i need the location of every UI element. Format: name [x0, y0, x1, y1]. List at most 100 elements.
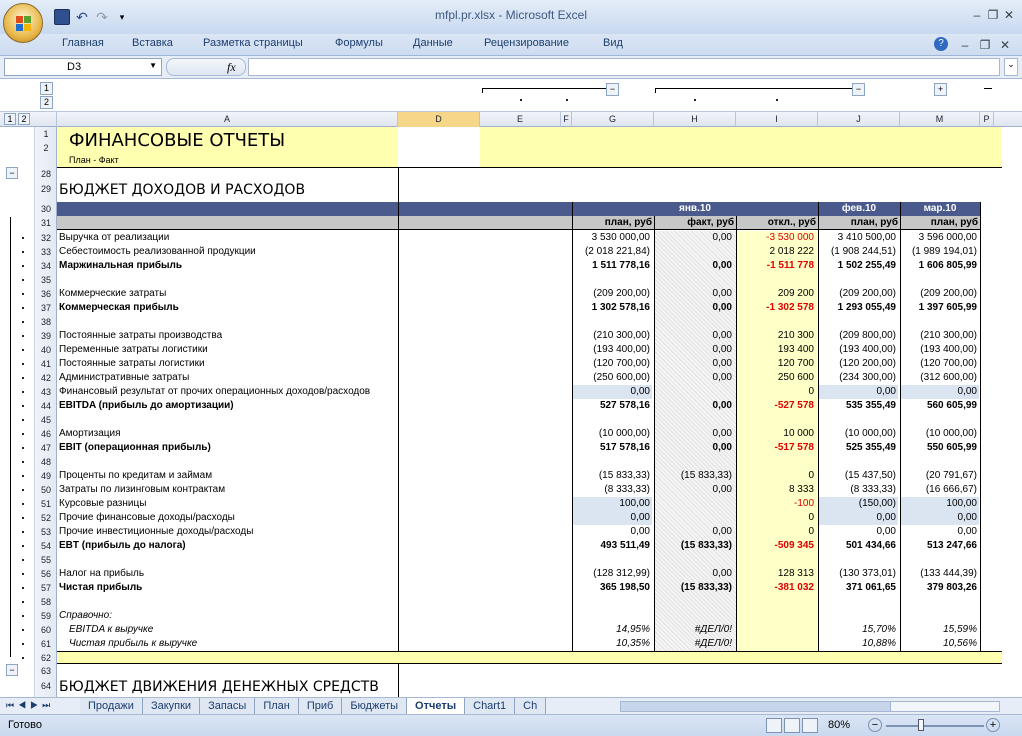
mar-plan-cell[interactable]: (16 666,67)	[901, 483, 979, 497]
ribbon-close-button[interactable]: ✕	[998, 38, 1012, 52]
page-layout-view-icon[interactable]	[784, 718, 800, 733]
plan-cell[interactable]: 517 578,16	[573, 441, 652, 455]
minimize-button[interactable]: –	[970, 8, 984, 22]
row-header[interactable]: 36	[35, 287, 57, 301]
zoom-level[interactable]: 80%	[828, 719, 850, 731]
deviation-cell[interactable]: -527 578	[737, 399, 816, 413]
fact-cell[interactable]: 0,00	[655, 399, 734, 413]
feb-plan-cell[interactable]: (15 437,50)	[819, 469, 898, 483]
fact-cell[interactable]: #ДЕЛ/0!	[655, 623, 734, 637]
plan-cell[interactable]: 100,00	[573, 497, 652, 511]
worksheet-grid[interactable]: ФИНАНСОВЫЕ ОТЧЕТЫ План - Факт БЮДЖЕТ ДОХ…	[57, 127, 1022, 697]
fact-cell[interactable]: 0,00	[655, 427, 734, 441]
deviation-cell[interactable]: -517 578	[737, 441, 816, 455]
row-header[interactable]: 51	[35, 497, 57, 511]
row-header[interactable]: 28	[35, 167, 57, 181]
feb-plan-cell[interactable]: 15,70%	[819, 623, 898, 637]
row-header[interactable]: 60	[35, 623, 57, 637]
save-icon[interactable]	[54, 9, 70, 25]
row-header[interactable]: 43	[35, 385, 57, 399]
row-header[interactable]: 52	[35, 511, 57, 525]
sheet-nav-arrows-icon[interactable]: ⏮◀▶⏭	[6, 700, 54, 711]
deviation-cell[interactable]: -1 302 578	[737, 301, 816, 315]
fact-cell[interactable]: (15 833,33)	[655, 539, 734, 553]
zoom-out-icon[interactable]: −	[868, 718, 882, 732]
column-header-f[interactable]: F	[561, 112, 572, 127]
feb-plan-cell[interactable]: 1 502 255,49	[819, 259, 898, 273]
sheet-tab[interactable]: Закупки	[142, 698, 201, 714]
feb-plan-cell[interactable]: 535 355,49	[819, 399, 898, 413]
fact-cell[interactable]: 0,00	[655, 483, 734, 497]
redo-icon[interactable]: ↷	[94, 9, 110, 25]
fact-cell[interactable]: 0,00	[655, 287, 734, 301]
ribbon-minimize-button[interactable]: –	[958, 38, 972, 52]
feb-plan-cell[interactable]: 10,88%	[819, 637, 898, 651]
plan-cell[interactable]: 0,00	[573, 385, 652, 399]
sheet-tab[interactable]: Продажи	[80, 698, 143, 714]
feb-plan-cell[interactable]: (209 200,00)	[819, 287, 898, 301]
mar-plan-cell[interactable]: (312 600,00)	[901, 371, 979, 385]
deviation-cell[interactable]: 0	[737, 525, 816, 539]
restore-button[interactable]: ❐	[986, 8, 1000, 22]
mar-plan-cell[interactable]: 0,00	[901, 511, 979, 525]
mar-plan-cell[interactable]: (20 791,67)	[901, 469, 979, 483]
mar-plan-cell[interactable]: 10,56%	[901, 637, 979, 651]
row-header[interactable]: 57	[35, 581, 57, 595]
mar-plan-cell[interactable]: 0,00	[901, 525, 979, 539]
fact-cell[interactable]: 0,00	[655, 301, 734, 315]
fact-cell[interactable]: 0,00	[655, 231, 734, 245]
mar-plan-cell[interactable]: (120 700,00)	[901, 357, 979, 371]
plan-cell[interactable]: 0,00	[573, 525, 652, 539]
plan-cell[interactable]: 0,00	[573, 511, 652, 525]
column-header-g[interactable]: G	[572, 112, 654, 127]
deviation-cell[interactable]: 10 000	[737, 427, 816, 441]
fact-cell[interactable]: 0,00	[655, 343, 734, 357]
deviation-cell[interactable]: 250 600	[737, 371, 816, 385]
plan-cell[interactable]: 14,95%	[573, 623, 652, 637]
fact-cell[interactable]: 0,00	[655, 567, 734, 581]
row-header[interactable]: 34	[35, 259, 57, 273]
sheet-tab[interactable]: Запасы	[200, 698, 256, 714]
row-header[interactable]: 53	[35, 525, 57, 539]
name-box[interactable]: D3 ▼	[4, 58, 162, 76]
row-header[interactable]: 32	[35, 231, 57, 245]
row-header[interactable]: 64	[35, 679, 57, 693]
plan-cell[interactable]: 3 530 000,00	[573, 231, 652, 245]
row-header[interactable]: 47	[35, 441, 57, 455]
feb-plan-cell[interactable]: (209 800,00)	[819, 329, 898, 343]
plan-cell[interactable]: (209 200,00)	[573, 287, 652, 301]
page-break-view-icon[interactable]	[802, 718, 818, 733]
row-header[interactable]: 48	[35, 455, 57, 469]
plan-cell[interactable]: (210 300,00)	[573, 329, 652, 343]
tab-insert[interactable]: Вставка	[132, 37, 173, 49]
feb-plan-cell[interactable]: (1 908 244,51)	[819, 245, 898, 259]
deviation-cell[interactable]: 0	[737, 469, 816, 483]
deviation-cell[interactable]: -1 511 778	[737, 259, 816, 273]
row-header[interactable]: 40	[35, 343, 57, 357]
row-header[interactable]: 41	[35, 357, 57, 371]
row-header[interactable]: 44	[35, 399, 57, 413]
row-header[interactable]: 30	[35, 202, 57, 216]
deviation-cell[interactable]: -100	[737, 497, 816, 511]
tab-formulas[interactable]: Формулы	[335, 37, 383, 49]
tab-page-layout[interactable]: Разметка страницы	[203, 37, 303, 49]
mar-plan-cell[interactable]: (210 300,00)	[901, 329, 979, 343]
row-header[interactable]: 38	[35, 315, 57, 329]
row-outline-level-1-button[interactable]: 1	[4, 113, 16, 125]
mar-plan-cell[interactable]: (209 200,00)	[901, 287, 979, 301]
normal-view-icon[interactable]	[766, 718, 782, 733]
sheet-tab[interactable]: Ch	[515, 698, 547, 714]
plan-cell[interactable]: (8 333,33)	[573, 483, 652, 497]
scrollbar-thumb[interactable]	[621, 702, 891, 711]
row-header[interactable]: 50	[35, 483, 57, 497]
deviation-cell[interactable]: 193 400	[737, 343, 816, 357]
select-all-corner[interactable]	[35, 112, 57, 127]
column-header-i[interactable]: I	[736, 112, 818, 127]
fact-cell[interactable]: 0,00	[655, 259, 734, 273]
deviation-cell[interactable]: -3 530 000	[737, 231, 816, 245]
plan-cell[interactable]: (15 833,33)	[573, 469, 652, 483]
help-icon[interactable]: ?	[934, 37, 948, 51]
row-header[interactable]: 29	[35, 182, 57, 196]
plan-cell[interactable]: 10,35%	[573, 637, 652, 651]
row-header[interactable]: 46	[35, 427, 57, 441]
